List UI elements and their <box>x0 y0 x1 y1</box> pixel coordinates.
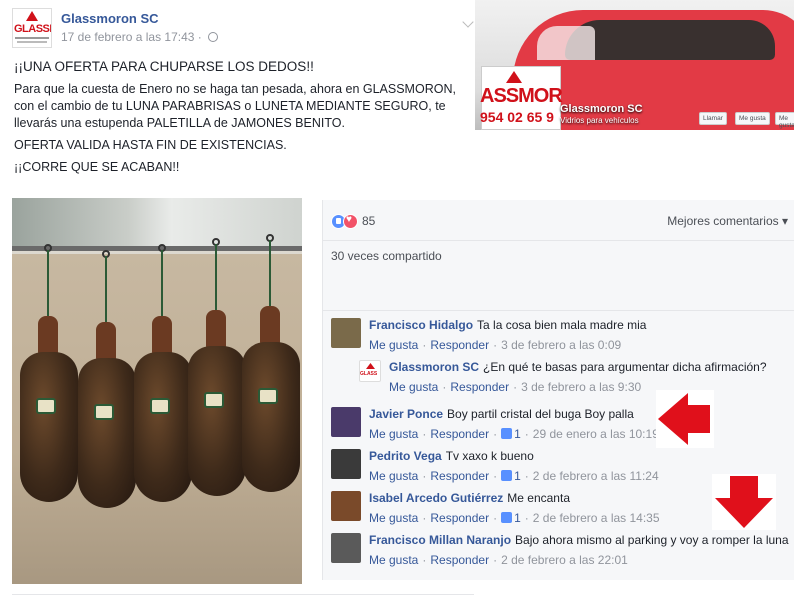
comment-text: Glassmoron SC ¿En qué te basas para argum… <box>389 360 767 374</box>
comment-actions: Me gusta · Responder · 3 de febrero a las 9:… <box>389 380 642 394</box>
ham <box>188 238 246 500</box>
comment-like-count[interactable]: 1 <box>501 427 521 441</box>
comment-like-link[interactable]: Me gusta <box>369 338 418 352</box>
comment-timestamp[interactable]: 2 de febrero a las 22:01 <box>501 553 628 567</box>
comment-body: Ta la cosa bien mala madre mia <box>477 318 647 332</box>
comment-reply-link[interactable]: Responder <box>450 380 509 394</box>
ham <box>20 244 78 506</box>
red-arrow-down-icon <box>712 474 776 530</box>
commenter-avatar[interactable] <box>359 360 381 382</box>
commenter-name-link[interactable]: Javier Ponce <box>369 407 443 421</box>
commenter-name-link[interactable]: Francisco Hidalgo <box>369 318 473 332</box>
love-icon <box>343 213 358 229</box>
commenter-avatar[interactable] <box>331 318 361 348</box>
comment: Francisco Hidalgo Ta la cosa bien mala ma… <box>331 318 791 356</box>
comment-text: Francisco Millan Naranjo Bajo ahora mismo… <box>369 533 789 547</box>
post-paragraph: Para que la cuesta de Enero no se haga t… <box>14 82 456 130</box>
page-name-link[interactable]: Glassmoron SC <box>61 11 159 26</box>
comment-reply-link[interactable]: Responder <box>430 427 489 441</box>
comment-like-count[interactable]: 1 <box>501 469 521 483</box>
cover-category: Vidrios para vehículos <box>560 116 639 125</box>
comment-like-link[interactable]: Me gusta <box>369 469 418 483</box>
ham <box>134 244 192 506</box>
comment-actions: Me gusta · Responder · 1 · 29 de enero a las 1… <box>369 427 659 441</box>
comment-actions: Me gusta · Responder · 2 de febrero a las 22… <box>369 553 628 567</box>
comment-body: ¿En qué te basas para argumentar dicha a… <box>483 360 767 374</box>
comment: Francisco Millan Naranjo Bajo ahora mismo… <box>331 533 791 571</box>
post-timestamp[interactable]: 17 de febrero a las 17:43 · <box>61 30 219 44</box>
glassmoron-logo-icon <box>26 11 38 21</box>
comment-body: Me encanta <box>507 491 570 505</box>
commenter-avatar[interactable] <box>331 533 361 563</box>
commenter-avatar[interactable] <box>331 491 361 521</box>
commenter-avatar[interactable] <box>331 449 361 479</box>
comment-timestamp[interactable]: 2 de febrero a las 14:35 <box>533 511 660 525</box>
comment-actions: Me gusta · Responder · 1 · 2 de febrero a las … <box>369 469 659 483</box>
post-paragraph: OFERTA VALIDA HASTA FIN DE EXISTENCIAS. <box>14 138 287 152</box>
ham <box>242 234 300 496</box>
commenter-name-link[interactable]: Francisco Millan Naranjo <box>369 533 511 547</box>
comment-reply: Glassmoron SC ¿En qué te basas para argum… <box>359 360 794 398</box>
comment-like-link[interactable]: Me gusta <box>389 380 438 394</box>
like-page-button[interactable]: Me gusta <box>735 112 770 125</box>
commenter-avatar[interactable] <box>331 407 361 437</box>
thumbs-up-icon <box>501 470 513 481</box>
comment-text: Javier Ponce Boy partil cristal del buga … <box>369 407 634 421</box>
comment-body: Bajo ahora mismo al parking y voy a romp… <box>515 533 789 547</box>
comment-timestamp[interactable]: 29 de enero a las 10:19 <box>533 427 659 441</box>
call-button[interactable]: Llamar <box>699 112 727 125</box>
thumbs-up-icon <box>501 428 513 439</box>
post-paragraph: ¡¡CORRE QUE SE ACABAN!! <box>14 160 180 174</box>
post-photo[interactable] <box>12 198 302 584</box>
comment-timestamp[interactable]: 2 de febrero a las 11:24 <box>533 469 659 483</box>
red-arrow-left-icon <box>656 390 714 448</box>
comment-like-link[interactable]: Me gusta <box>369 427 418 441</box>
cover-logo: ASSMOR 954 02 65 9 <box>480 66 563 130</box>
comment-reply-link[interactable]: Responder <box>430 469 489 483</box>
comment-actions: Me gusta · Responder · 3 de febrero a las 0:… <box>369 338 622 352</box>
commenter-name-link[interactable]: Glassmoron SC <box>389 360 479 374</box>
like-page-button-2[interactable]: Me gusta <box>775 112 794 129</box>
comment-reply-link[interactable]: Responder <box>430 553 489 567</box>
comment-reply-link[interactable]: Responder <box>430 338 489 352</box>
avatar-logo-text: GLASSMOR <box>14 23 51 35</box>
comment-body: Tv xaxo k bueno <box>445 449 534 463</box>
globe-icon <box>208 32 219 42</box>
reactions-summary[interactable]: 85 <box>331 212 375 230</box>
comment-body: Boy partil cristal del buga Boy palla <box>447 407 634 421</box>
comment-text: Francisco Hidalgo Ta la cosa bien mala ma… <box>369 318 646 332</box>
comment-text: Isabel Arcedo Gutiérrez Me encanta <box>369 491 570 505</box>
post-headline: ¡¡UNA OFERTA PARA CHUPARSE LOS DEDOS!! <box>14 59 314 74</box>
comment-like-count[interactable]: 1 <box>501 511 521 525</box>
chevron-down-icon[interactable] <box>462 16 474 28</box>
comment: Javier Ponce Boy partil cristal del buga … <box>331 407 791 445</box>
thumbs-up-icon <box>501 512 513 523</box>
comment-actions: Me gusta · Responder · 1 · 2 de febrero a las … <box>369 511 660 525</box>
page-avatar[interactable]: GLASSMOR <box>12 8 52 48</box>
comment-timestamp[interactable]: 3 de febrero a las 0:09 <box>501 338 621 352</box>
post-header: GLASSMOR Glassmoron SC 17 de febrero a l… <box>12 8 474 48</box>
comment-reply-link[interactable]: Responder <box>430 511 489 525</box>
comment-timestamp[interactable]: 3 de febrero a las 9:30 <box>521 380 641 394</box>
ham <box>78 250 136 512</box>
commenter-name-link[interactable]: Pedrito Vega <box>369 449 442 463</box>
comment-sort-dropdown[interactable]: Mejores comentarios ▾ <box>667 214 788 228</box>
commenter-name-link[interactable]: Isabel Arcedo Gutiérrez <box>369 491 503 505</box>
page-cover-card[interactable]: ASSMOR 954 02 65 9 Glassmoron SC Vidrios… <box>475 0 794 130</box>
comment-like-link[interactable]: Me gusta <box>369 553 418 567</box>
glassmoron-logo-icon <box>506 71 522 83</box>
cover-page-name[interactable]: Glassmoron SC <box>560 103 643 115</box>
post-body: ¡¡UNA OFERTA PARA CHUPARSE LOS DEDOS!! P… <box>14 58 474 181</box>
comment-text: Pedrito Vega Tv xaxo k bueno <box>369 449 534 463</box>
reaction-count[interactable]: 85 <box>362 214 375 228</box>
comment-like-link[interactable]: Me gusta <box>369 511 418 525</box>
